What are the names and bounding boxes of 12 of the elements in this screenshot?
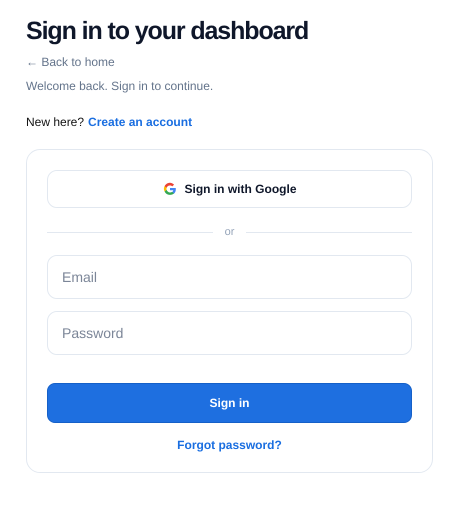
google-sign-in-button[interactable]: Sign in with Google	[47, 170, 412, 208]
email-field[interactable]: Email	[47, 255, 412, 299]
sign-in-button[interactable]: Sign in	[47, 383, 412, 423]
google-icon	[162, 182, 176, 196]
subtitle: Welcome back. Sign in to continue.	[26, 79, 214, 93]
forgot-password-link[interactable]: Forgot password?	[177, 438, 282, 452]
create-account-link[interactable]: Create an account	[88, 115, 192, 129]
back-link[interactable]: ← Back to home	[26, 55, 115, 69]
password-field[interactable]: Password	[47, 311, 412, 355]
signup-prompt: New here?	[26, 115, 84, 129]
divider-label: or	[224, 226, 234, 238]
page-title: Sign in to your dashboard	[26, 16, 310, 47]
